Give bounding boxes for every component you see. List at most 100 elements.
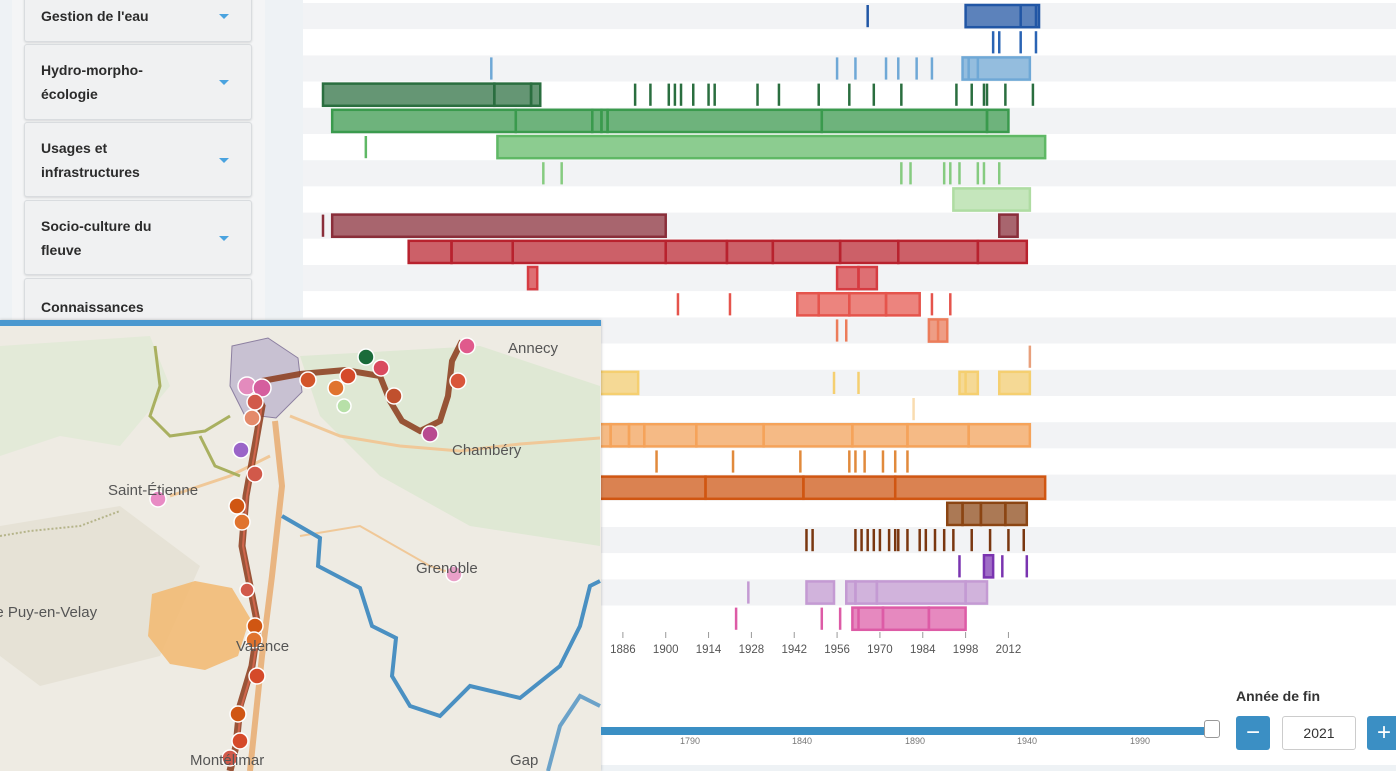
timeline-bar xyxy=(450,239,514,265)
timeline-row-band xyxy=(303,3,1396,30)
slider-tick-label: 1840 xyxy=(792,736,813,746)
city-label: Valence xyxy=(236,638,290,655)
timeline-bar xyxy=(982,553,995,579)
sidebar-item-usages[interactable]: Usages et infrastructures xyxy=(24,122,252,197)
axis-tick-label: 1984 xyxy=(910,644,936,656)
sidebar-item-socio-culture[interactable]: Socio-culture du fleuve xyxy=(24,200,252,275)
timeline-bar xyxy=(964,3,1041,29)
timeline-bar xyxy=(854,580,879,605)
poi-marker[interactable] xyxy=(339,367,357,385)
timeline-bar xyxy=(906,422,970,448)
timeline-bar xyxy=(952,187,1032,212)
sidebar-item-gestion-eau[interactable]: Gestion de l'eau xyxy=(24,0,252,42)
timeline-bar xyxy=(643,422,698,448)
timeline-bar xyxy=(845,580,857,605)
axis-tick-label: 1914 xyxy=(696,644,722,656)
poi-marker[interactable] xyxy=(299,371,317,389)
poi-marker[interactable] xyxy=(228,497,246,515)
timeline-bar xyxy=(407,239,453,265)
axis-tick-label: 2012 xyxy=(996,644,1022,656)
end-year-label: Année de fin xyxy=(1236,688,1321,704)
timeline-bar xyxy=(945,501,964,527)
poi-marker[interactable] xyxy=(229,705,247,723)
sidebar-item-label: Hydro-morpho-écologie xyxy=(41,62,143,102)
timeline-bar xyxy=(857,265,879,291)
timeline-row-band xyxy=(303,29,1396,56)
decrement-year-button[interactable]: − xyxy=(1236,716,1270,750)
city-label: Montélimar xyxy=(190,752,265,769)
poi-marker[interactable] xyxy=(327,379,345,397)
timeline-bar xyxy=(704,475,805,501)
timeline-row-band xyxy=(303,160,1396,187)
poi-marker[interactable] xyxy=(233,513,251,531)
timeline-bar xyxy=(851,606,885,632)
map-panel[interactable]: Annecy Chambéry Saint-Étienne Grenoble L… xyxy=(0,320,601,771)
poi-marker[interactable] xyxy=(246,393,264,411)
poi-marker[interactable] xyxy=(243,409,261,427)
sidebar: Gestion de l'eau Hydro-morpho-écologie U… xyxy=(12,0,265,340)
axis-tick-label: 1998 xyxy=(953,644,979,656)
poi-marker[interactable] xyxy=(336,398,352,414)
timeline-bar xyxy=(835,265,860,291)
timeline-bar xyxy=(330,213,667,239)
timeline-bar xyxy=(961,501,983,527)
axis-tick-label: 1970 xyxy=(867,644,893,656)
chevron-down-icon xyxy=(219,235,229,241)
timeline-bar xyxy=(526,265,539,291)
timeline-bar xyxy=(591,108,603,134)
timeline-bar xyxy=(796,291,820,317)
poi-marker[interactable] xyxy=(246,465,264,483)
poi-marker[interactable] xyxy=(248,667,266,685)
timeline-bar xyxy=(985,108,1010,134)
map-svg xyxy=(0,326,601,771)
slider-tick-label: 1890 xyxy=(905,736,926,746)
sidebar-item-label: Gestion de l'eau xyxy=(41,8,149,24)
timeline-bar xyxy=(493,82,533,108)
timeline-bar xyxy=(979,501,1007,527)
timeline-bar xyxy=(321,82,496,108)
timeline-bar xyxy=(881,606,931,632)
poi-marker[interactable] xyxy=(385,387,403,405)
slider-tick-label: 1790 xyxy=(680,736,701,746)
timeline-bar xyxy=(1004,501,1029,527)
chevron-down-icon xyxy=(219,80,229,85)
year-slider-ticks: 1790 1840 1890 1940 1990 xyxy=(601,736,1211,752)
timeline-bar xyxy=(976,239,1029,265)
poi-marker[interactable] xyxy=(239,582,255,598)
timeline-bar xyxy=(805,580,836,605)
axis-tick-label: 1886 xyxy=(610,644,636,656)
timeline-bar xyxy=(511,239,667,265)
timeline-bar xyxy=(802,475,897,501)
city-label: Gap xyxy=(510,752,539,769)
timeline-bar xyxy=(664,239,729,265)
sidebar-item-hydro[interactable]: Hydro-morpho-écologie xyxy=(24,44,252,120)
timeline-bar xyxy=(695,422,765,448)
poi-marker[interactable] xyxy=(231,732,249,750)
timeline-bar xyxy=(606,108,824,134)
year-slider-track[interactable] xyxy=(601,727,1211,735)
poi-marker[interactable] xyxy=(449,372,467,390)
timeline-bar xyxy=(958,370,980,396)
city-label: Saint-Étienne xyxy=(108,482,199,499)
timeline-bar xyxy=(884,291,921,317)
increment-year-button[interactable]: + xyxy=(1367,716,1396,750)
timeline-bar xyxy=(838,239,900,265)
poi-marker[interactable] xyxy=(357,348,375,366)
sidebar-item-label: Usages et infrastructures xyxy=(41,139,140,180)
poi-marker[interactable] xyxy=(458,337,476,355)
timeline-bar xyxy=(496,134,1047,160)
poi-marker[interactable] xyxy=(232,441,250,459)
slider-tick-label: 1990 xyxy=(1130,736,1151,746)
timeline-bar xyxy=(762,422,854,448)
end-year-input[interactable] xyxy=(1282,716,1356,750)
axis-tick-label: 1942 xyxy=(781,644,807,656)
city-label: Le Puy-en-Velay xyxy=(0,604,98,621)
poi-marker[interactable] xyxy=(421,425,439,443)
timeline-row-band xyxy=(303,55,1396,82)
timeline-bar xyxy=(817,291,851,317)
timeline-bar xyxy=(964,580,989,605)
timeline-row-band xyxy=(303,186,1396,213)
city-label: Grenoble xyxy=(416,560,478,577)
timeline-bar xyxy=(998,370,1032,396)
poi-marker[interactable] xyxy=(372,359,390,377)
